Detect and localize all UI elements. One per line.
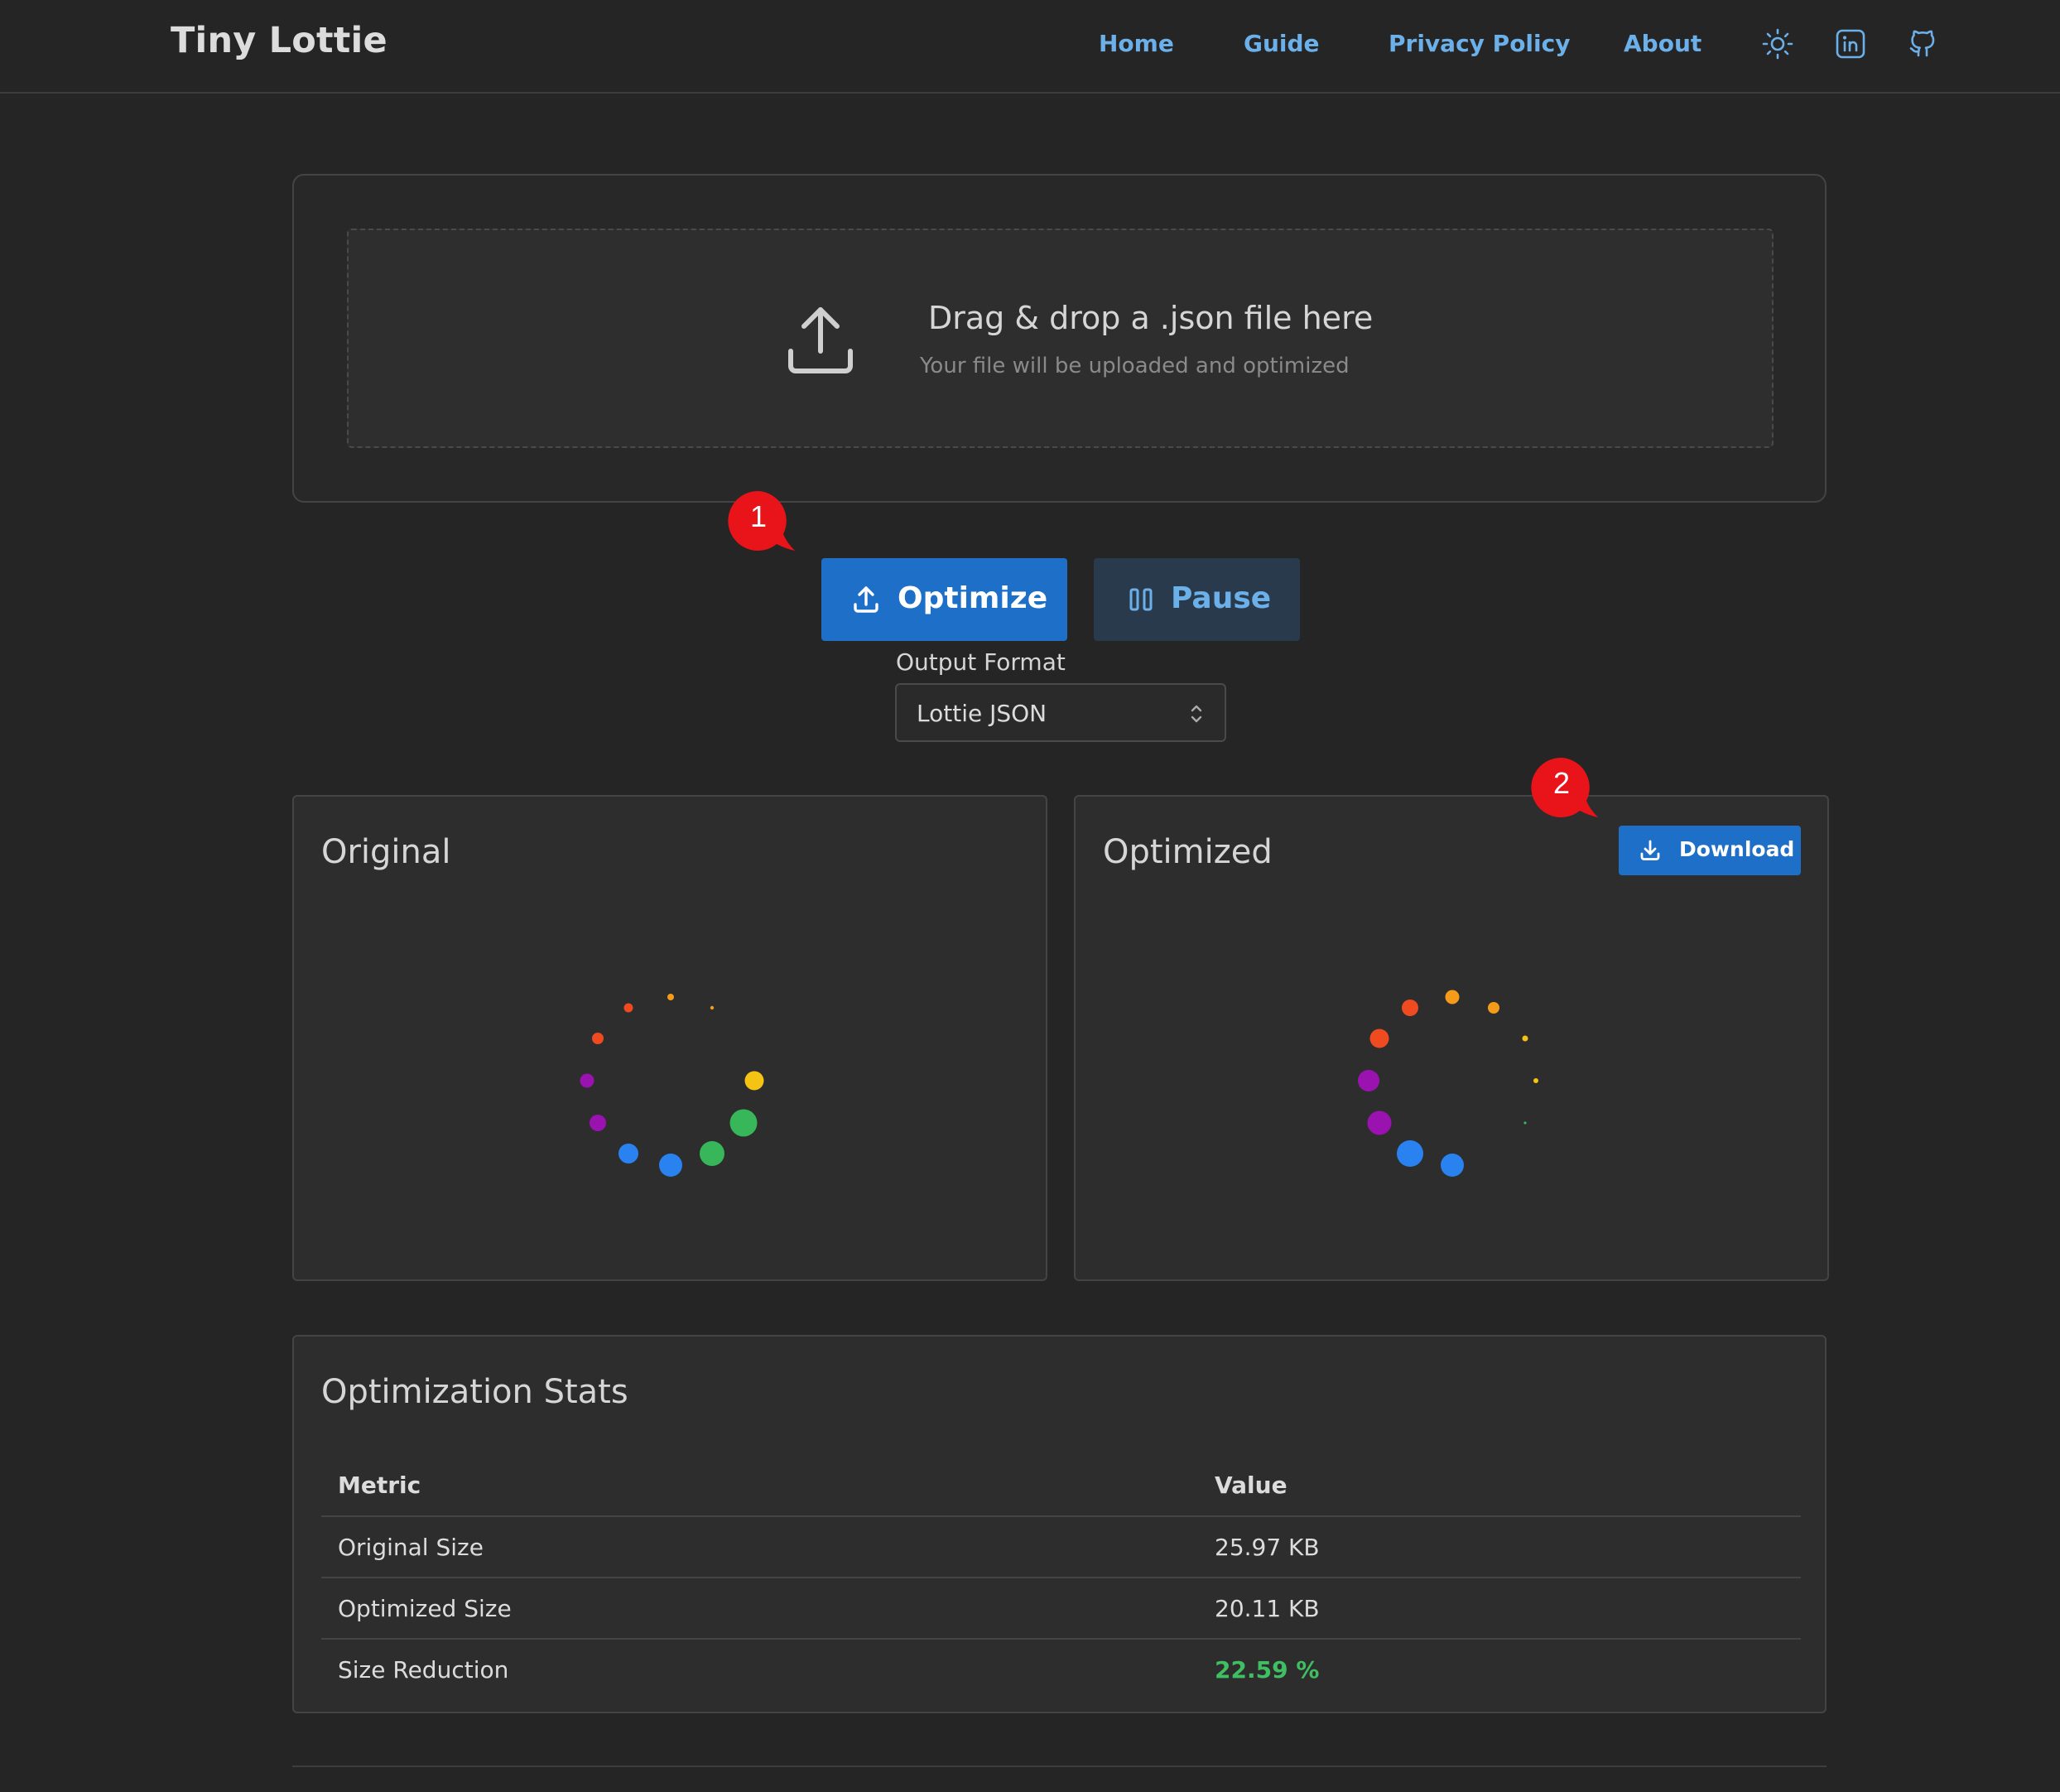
column-header-metric: Metric [321,1454,1198,1517]
pause-button-label: Pause [1171,581,1272,615]
original-loading-animation [580,994,764,1177]
drop-zone-title: Drag & drop a .json file here [928,300,1374,336]
stats-table: Metric Value Original Size 25.97 KB Opti… [321,1454,1801,1699]
metric-cell: Original Size [321,1516,1198,1578]
upload-icon [786,305,855,376]
output-format-value: Lottie JSON [917,700,1047,727]
pause-icon [1129,586,1153,613]
download-button[interactable]: Download [1619,826,1801,875]
table-header-row: Metric Value [321,1454,1801,1517]
annotation-marker-2: 2 [1531,757,1598,817]
annotation-marker-1-label: 1 [749,499,768,533]
optimize-button-label: Optimize [898,581,1048,615]
value-cell: 25.97 KB [1198,1516,1801,1578]
download-icon [1639,839,1662,862]
output-format-label: Output Format [896,648,1066,676]
table-row: Size Reduction 22.59 % [321,1639,1801,1699]
upload-card: Drag & drop a .json file here Your file … [292,174,1827,503]
linkedin-icon[interactable] [1834,27,1867,60]
size-reduction-value: 22.59 % [1215,1655,1320,1684]
original-preview-panel: Original [292,795,1047,1281]
stats-title: Optimization Stats [321,1373,628,1411]
optimization-stats-card: Optimization Stats Metric Value Original… [292,1335,1827,1713]
value-cell: 20.11 KB [1198,1578,1801,1640]
download-button-label: Download [1679,837,1795,861]
sun-icon[interactable] [1761,27,1794,60]
file-drop-zone[interactable]: Drag & drop a .json file here Your file … [347,229,1774,448]
metric-cell: Size Reduction [338,1655,509,1684]
top-navbar: Tiny Lottie Home Guide Privacy Policy Ab… [0,0,2060,94]
upload-icon [851,585,881,614]
nav-guide-link[interactable]: Guide [1244,30,1320,57]
table-row: Optimized Size 20.11 KB [321,1578,1801,1640]
chevron-up-down-icon [1188,701,1205,726]
annotation-marker-1: 1 [728,490,795,551]
drop-zone-subtitle: Your file will be uploaded and optimized [920,354,1350,378]
annotation-marker-2-label: 2 [1552,766,1571,800]
nav-home-link[interactable]: Home [1099,30,1174,57]
footer-divider [292,1766,1827,1767]
metric-cell: Optimized Size [321,1578,1198,1640]
column-header-value: Value [1198,1454,1801,1517]
nav-privacy-policy-link[interactable]: Privacy Policy [1389,30,1570,57]
output-format-select[interactable]: Lottie JSON [895,683,1226,742]
optimize-button[interactable]: Optimize [821,558,1067,641]
pause-button[interactable]: Pause [1094,558,1300,641]
brand-logo-text[interactable]: Tiny Lottie [171,20,387,61]
github-icon[interactable] [1906,27,1939,60]
table-row: Original Size 25.97 KB [321,1516,1801,1578]
nav-about-link[interactable]: About [1624,30,1701,57]
